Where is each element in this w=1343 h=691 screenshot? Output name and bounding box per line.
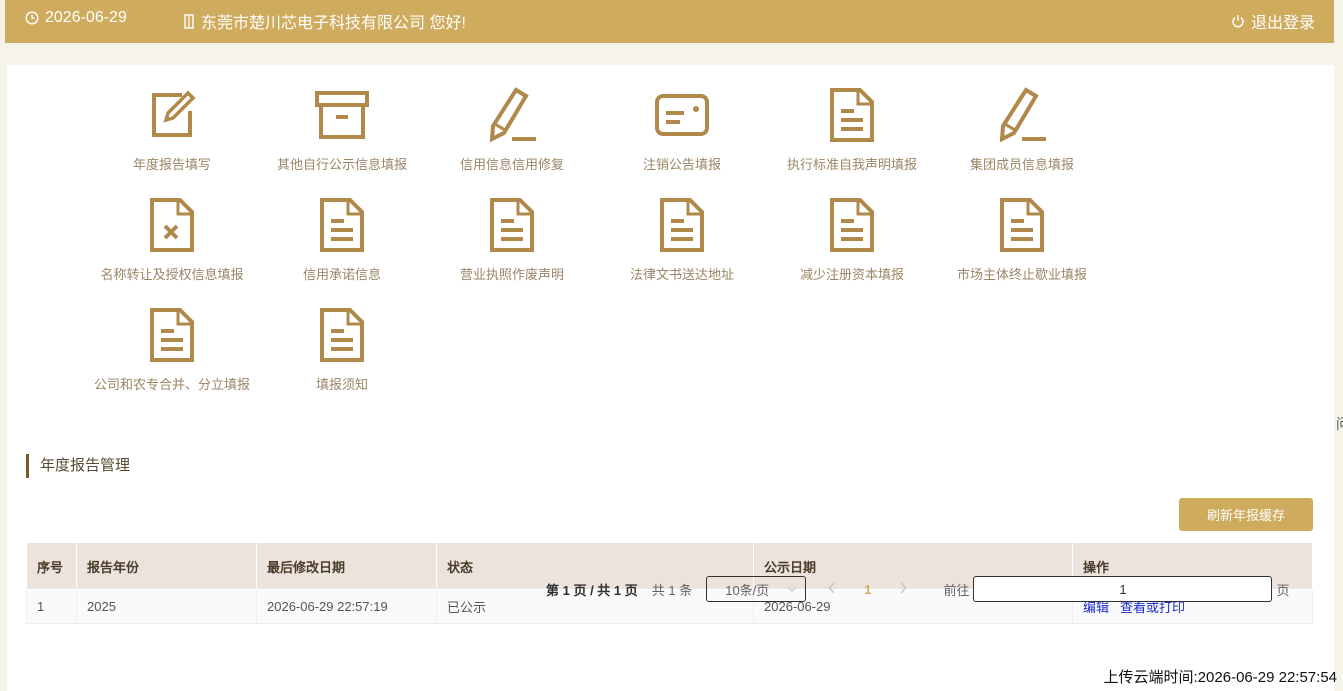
- menu-item-label: 信用承诺信息: [302, 267, 381, 282]
- menu-item-label: 信用信息信用修复: [459, 157, 564, 172]
- menu-item-label: 市场主体终止歇业填报: [956, 267, 1087, 282]
- card-icon: [652, 85, 712, 145]
- document-x-icon: [142, 195, 202, 255]
- clock-icon: [25, 11, 39, 25]
- cell-year: 2025: [76, 589, 257, 624]
- page-size-select[interactable]: 10条/页: [706, 576, 807, 602]
- goto-label: 前往: [943, 582, 970, 598]
- menu-item[interactable]: 减少注册资本填报: [767, 195, 937, 305]
- edit-link[interactable]: 编辑: [1083, 600, 1109, 615]
- page-size-value: 10条/页: [725, 582, 770, 598]
- document-icon: [992, 195, 1052, 255]
- pagination: 第 1 页 / 共 1 页 共 1 条 10条/页 1 前往 页: [546, 576, 1289, 602]
- edge-help-tab[interactable]: 问: [1336, 414, 1343, 434]
- chevron-left-icon: [828, 582, 835, 594]
- menu-item-label: 集团成员信息填报: [969, 157, 1074, 172]
- menu-grid: 年度报告填写 其他自行公示信息填报 信用信息信用修复 注销公告填报 执行标准自我声明填报…: [87, 85, 1127, 415]
- menu-item-label: 公司和农专合并、分立填报: [93, 377, 250, 392]
- pencil-icon: [992, 85, 1052, 145]
- menu-item[interactable]: 营业执照作废声明: [427, 195, 597, 305]
- goto-page-input[interactable]: [973, 576, 1273, 602]
- menu-item[interactable]: 注销公告填报: [597, 85, 767, 195]
- menu-item[interactable]: 法律文书送达地址: [597, 195, 767, 305]
- document-icon: [822, 85, 882, 145]
- menu-item[interactable]: 公司和农专合并、分立填报: [87, 305, 257, 415]
- document-icon: [312, 195, 372, 255]
- column-header-year: 报告年份: [76, 542, 257, 590]
- menu-item[interactable]: 填报须知: [257, 305, 427, 415]
- menu-item[interactable]: 年度报告填写: [87, 85, 257, 195]
- column-header-modified: 最后修改日期: [256, 542, 437, 590]
- logout-button[interactable]: 退出登录: [1231, 9, 1315, 33]
- menu-item[interactable]: 市场主体终止歇业填报: [937, 195, 1107, 305]
- next-page-button[interactable]: [899, 581, 907, 597]
- menu-item-label: 其他自行公示信息填报: [276, 157, 407, 172]
- menu-item[interactable]: 集团成员信息填报: [937, 85, 1107, 195]
- section-title: 年度报告管理: [26, 454, 130, 478]
- header-greeting-text: 东莞市楚川芯电子科技有限公司 您好!: [201, 15, 466, 32]
- menu-item-label: 注销公告填报: [642, 157, 721, 172]
- cell-index: 1: [26, 589, 77, 624]
- document-icon: [142, 305, 202, 365]
- menu-item-label: 法律文书送达地址: [629, 267, 734, 282]
- menu-item[interactable]: 其他自行公示信息填报: [257, 85, 427, 195]
- refresh-cache-button[interactable]: 刷新年报缓存: [1179, 498, 1313, 531]
- top-bar: 2026-06-29 东莞市楚川芯电子科技有限公司 您好! 退出登录: [5, 0, 1334, 43]
- power-icon: [1232, 15, 1244, 28]
- menu-item[interactable]: 信用信息信用修复: [427, 85, 597, 195]
- column-header-index: 序号: [26, 542, 77, 590]
- header-date-text: 2026-06-29: [45, 9, 127, 26]
- menu-item-label: 名称转让及授权信息填报: [100, 267, 244, 282]
- menu-item-label: 执行标准自我声明填报: [786, 157, 917, 172]
- menu-item[interactable]: 名称转让及授权信息填报: [87, 195, 257, 305]
- view-print-link[interactable]: 查看或打印: [1120, 600, 1185, 615]
- chevron-down-icon: [787, 586, 797, 592]
- total-count: 共 1 条: [651, 582, 693, 598]
- page-number-current[interactable]: 1: [864, 582, 871, 597]
- document-icon: [312, 305, 372, 365]
- pencil-icon: [482, 85, 542, 145]
- upload-time: 上传云端时间:2026-06-29 22:57:54: [1103, 669, 1337, 686]
- goto-suffix: 页: [1276, 582, 1290, 598]
- cell-modified: 2026-06-29 22:57:19: [256, 589, 437, 624]
- prev-page-button[interactable]: [828, 581, 836, 597]
- menu-item-label: 填报须知: [315, 377, 368, 392]
- menu-item-label: 营业执照作废声明: [459, 267, 564, 282]
- building-icon: [184, 13, 194, 29]
- logout-label: 退出登录: [1250, 15, 1315, 32]
- archive-icon: [312, 85, 372, 145]
- document-icon: [652, 195, 712, 255]
- menu-item[interactable]: 信用承诺信息: [257, 195, 427, 305]
- document-icon: [822, 195, 882, 255]
- edit-icon: [142, 85, 202, 145]
- document-icon: [482, 195, 542, 255]
- page-info: 第 1 页 / 共 1 页: [546, 582, 638, 598]
- header-greeting: 东莞市楚川芯电子科技有限公司 您好!: [183, 9, 466, 33]
- menu-item-label: 年度报告填写: [132, 157, 211, 172]
- menu-item[interactable]: 执行标准自我声明填报: [767, 85, 937, 195]
- menu-item-label: 减少注册资本填报: [799, 267, 904, 282]
- header-date: 2026-06-29: [25, 9, 127, 27]
- chevron-right-icon: [900, 582, 907, 594]
